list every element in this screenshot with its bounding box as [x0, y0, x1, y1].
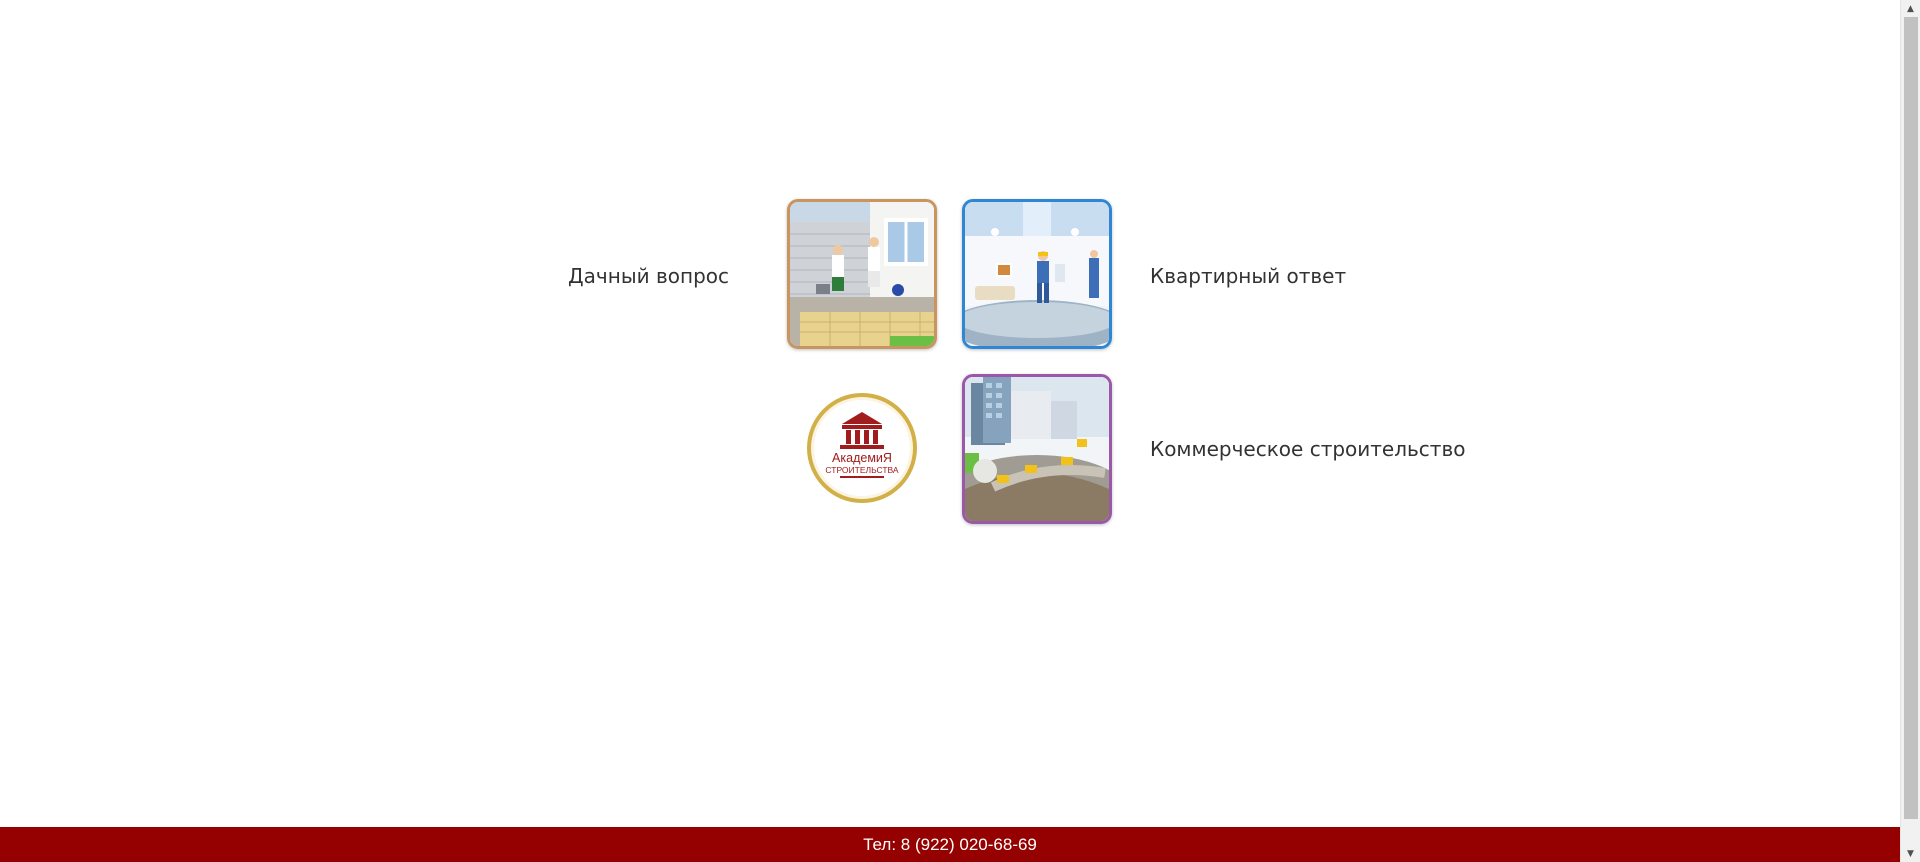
- academy-logo-emblem: АкадемиЯ СТРОИТЕЛЬСТВА: [807, 393, 917, 503]
- menu-label-dacha[interactable]: Дачный вопрос: [568, 264, 729, 288]
- scroll-down-button[interactable]: ▼: [1901, 845, 1920, 862]
- page: Дачный вопрос Квартирный ответ АкадемиЯ …: [0, 0, 1900, 862]
- menu-tile-kommerciya[interactable]: [962, 374, 1112, 524]
- logo-line2: СТРОИТЕЛЬСТВА: [825, 465, 899, 475]
- academy-logo[interactable]: АкадемиЯ СТРОИТЕЛЬСТВА: [806, 392, 918, 504]
- logo-line1: АкадемиЯ: [832, 451, 892, 465]
- triangle-up-icon: ▲: [1907, 3, 1914, 14]
- menu-tile-kvartira[interactable]: [962, 199, 1112, 349]
- dacha-renovation-image: [790, 202, 934, 346]
- menu-label-kvartira[interactable]: Квартирный ответ: [1150, 264, 1346, 288]
- commercial-construction-image: [965, 377, 1109, 521]
- scroll-up-button[interactable]: ▲: [1901, 0, 1920, 17]
- scroll-thumb[interactable]: [1904, 17, 1918, 819]
- menu-label-kommerciya[interactable]: Коммерческое строительство: [1150, 437, 1465, 461]
- menu-tile-dacha[interactable]: [787, 199, 937, 349]
- vertical-scrollbar[interactable]: ▲ ▼: [1900, 0, 1920, 862]
- footer-phone: Тел: 8 (922) 020-68-69: [863, 834, 1037, 854]
- footer: Тел: 8 (922) 020-68-69: [0, 827, 1900, 862]
- apartment-renovation-image: [965, 202, 1109, 346]
- triangle-down-icon: ▼: [1907, 848, 1914, 859]
